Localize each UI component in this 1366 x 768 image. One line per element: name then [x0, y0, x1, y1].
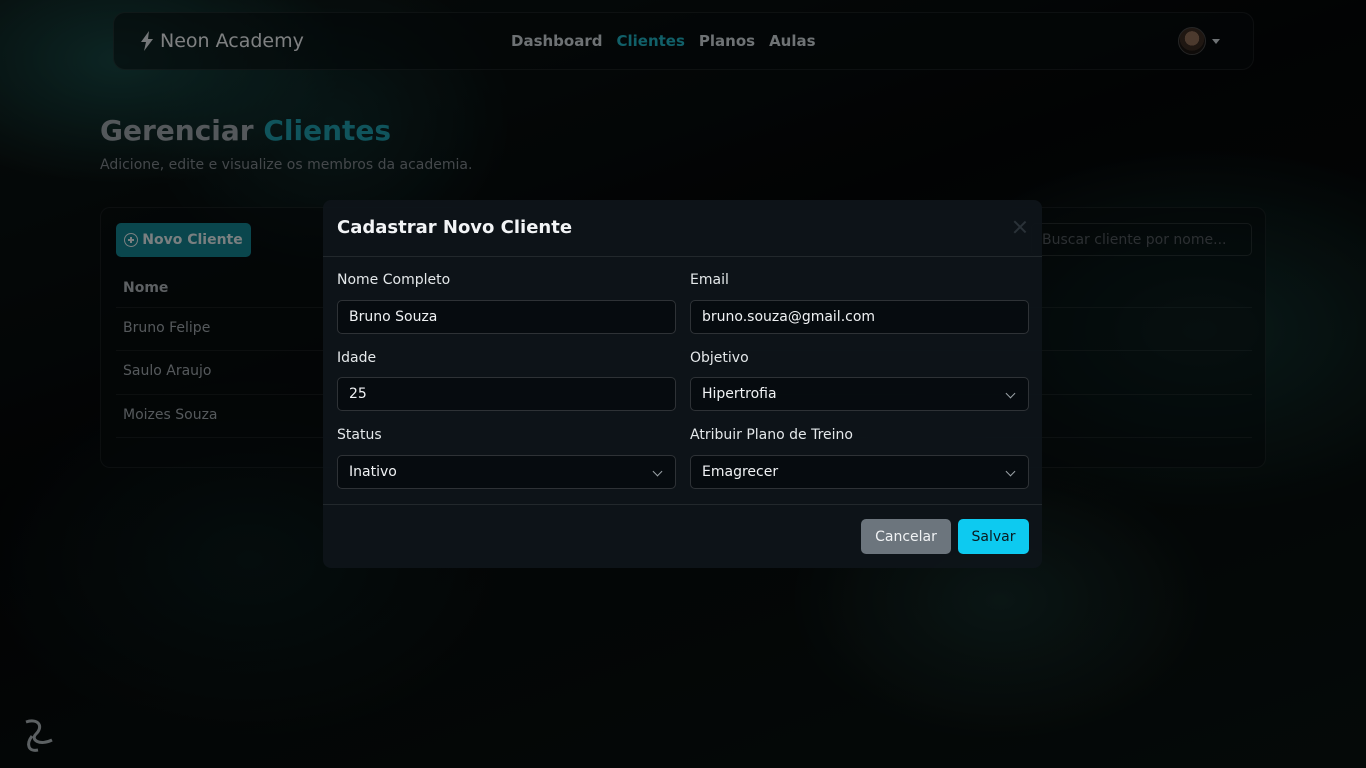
label-status: Status [337, 427, 382, 443]
save-button[interactable]: Salvar [958, 519, 1029, 554]
new-client-modal: Cadastrar Novo Cliente Nome Completo Bru… [323, 200, 1042, 568]
label-email: Email [690, 272, 729, 288]
age-input[interactable]: 25 [337, 377, 676, 411]
status-select[interactable]: Inativo [337, 455, 676, 489]
watermark-logo-icon [25, 719, 53, 752]
modal-header: Cadastrar Novo Cliente [323, 200, 1042, 257]
label-plano: Atribuir Plano de Treino [690, 427, 853, 443]
close-icon[interactable] [1013, 220, 1027, 234]
modal-title: Cadastrar Novo Cliente [337, 217, 573, 238]
objective-select[interactable]: Hipertrofia [690, 377, 1029, 411]
name-input[interactable]: Bruno Souza [337, 300, 676, 334]
label-idade: Idade [337, 350, 377, 366]
label-objetivo: Objetivo [690, 350, 749, 366]
plan-select[interactable]: Emagrecer [690, 455, 1029, 489]
modal-footer [323, 504, 1042, 505]
email-input[interactable]: bruno.souza@gmail.com [690, 300, 1029, 334]
label-nome: Nome Completo [337, 272, 451, 288]
cancel-button[interactable]: Cancelar [861, 519, 951, 554]
